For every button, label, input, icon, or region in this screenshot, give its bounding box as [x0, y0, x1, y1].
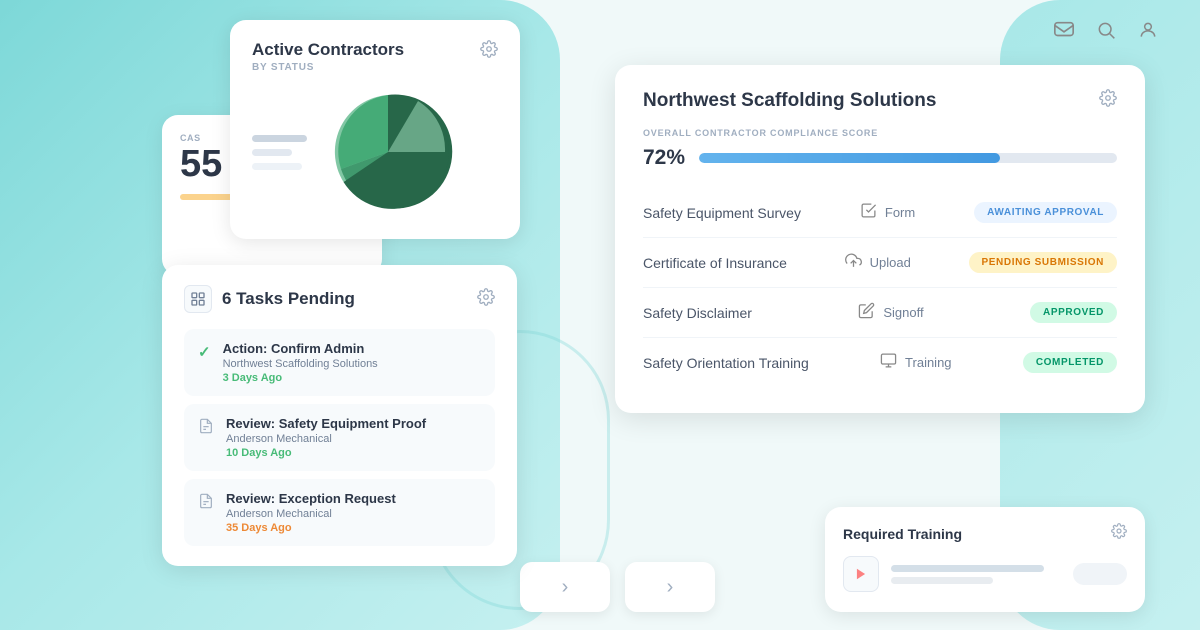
pie-chart: [323, 87, 453, 217]
training-bar-2: [891, 577, 993, 584]
task-name: Review: Safety Equipment Proof: [226, 416, 426, 431]
form-icon: [860, 202, 877, 223]
task-company: Anderson Mechanical: [226, 508, 396, 520]
nw-title: Northwest Scaffolding Solutions: [643, 90, 936, 112]
row-type-label: Form: [885, 205, 915, 220]
row-item-name: Safety Disclaimer: [643, 305, 752, 321]
chevron-right-icon: ›: [667, 576, 674, 599]
task-name: Review: Exception Request: [226, 491, 396, 506]
training-gear-icon[interactable]: [1111, 523, 1127, 544]
task-time: 35 Days Ago: [226, 522, 396, 534]
search-icon[interactable]: [1094, 18, 1118, 42]
row-type-label: Signoff: [883, 305, 923, 320]
status-badge: AWAITING APPROVAL: [974, 202, 1117, 223]
compliance-row-item: Safety Orientation Training Training COM…: [643, 338, 1117, 387]
contractors-gear-icon[interactable]: [480, 40, 498, 63]
legend-line-2: [252, 149, 292, 156]
top-nav: [1052, 18, 1160, 42]
compliance-label: OVERALL CONTRACTOR COMPLIANCE SCORE: [643, 128, 1117, 138]
task-company: Northwest Scaffolding Solutions: [223, 358, 378, 370]
row-item-name: Safety Orientation Training: [643, 355, 809, 371]
row-item-type: Form: [860, 202, 915, 223]
task-name: Action: Confirm Admin: [223, 341, 378, 356]
status-badge: COMPLETED: [1023, 352, 1117, 373]
training-pill: [1073, 563, 1127, 585]
tasks-title: 6 Tasks Pending: [222, 289, 355, 309]
legend-line-3: [252, 163, 302, 170]
compliance-row: 72%: [643, 146, 1117, 170]
tasks-card: 6 Tasks Pending ✓ Action: Confirm Admin …: [162, 265, 517, 566]
user-icon[interactable]: [1136, 18, 1160, 42]
upload-icon: [845, 252, 862, 273]
training-icon: [880, 352, 897, 373]
task-time: 10 Days Ago: [226, 447, 426, 459]
progress-fill: [699, 153, 1000, 163]
doc-icon: [198, 418, 214, 437]
task-time: 3 Days Ago: [223, 372, 378, 384]
compliance-row-item: Safety Disclaimer Signoff APPROVED: [643, 288, 1117, 338]
nw-card: Northwest Scaffolding Solutions OVERALL …: [615, 65, 1145, 413]
signoff-icon: [858, 302, 875, 323]
training-bar-1: [891, 565, 1044, 572]
training-content: [843, 556, 1127, 592]
status-badge: PENDING SUBMISSION: [969, 252, 1117, 273]
contractors-title: Active Contractors: [252, 40, 404, 60]
pie-legend: [252, 135, 307, 170]
status-badge: APPROVED: [1030, 302, 1117, 323]
compliance-row-item: Certificate of Insurance Upload PENDING …: [643, 238, 1117, 288]
nav-card-b[interactable]: ›: [625, 562, 715, 612]
training-bars: [891, 565, 1061, 584]
tasks-gear-icon[interactable]: [477, 288, 495, 311]
play-button[interactable]: [843, 556, 879, 592]
chevron-right-icon: ›: [562, 576, 569, 599]
message-icon[interactable]: [1052, 18, 1076, 42]
row-type-label: Training: [905, 355, 951, 370]
row-item-type: Upload: [845, 252, 911, 273]
task-item: Review: Exception Request Anderson Mecha…: [184, 479, 495, 546]
tasks-icon: [184, 285, 212, 313]
legend-line-1: [252, 135, 307, 142]
compliance-row-item: Safety Equipment Survey Form AWAITING AP…: [643, 188, 1117, 238]
doc-icon: [198, 493, 214, 512]
row-item-type: Signoff: [858, 302, 923, 323]
training-card: Required Training: [825, 507, 1145, 612]
nav-card-a[interactable]: ›: [520, 562, 610, 612]
row-type-label: Upload: [870, 255, 911, 270]
row-item-name: Certificate of Insurance: [643, 255, 787, 271]
contractors-card: Active Contractors BY STATUS: [230, 20, 520, 239]
row-item-type: Training: [880, 352, 951, 373]
compliance-pct: 72%: [643, 146, 687, 170]
task-item: ✓ Action: Confirm Admin Northwest Scaffo…: [184, 329, 495, 396]
task-company: Anderson Mechanical: [226, 433, 426, 445]
task-item: Review: Safety Equipment Proof Anderson …: [184, 404, 495, 471]
training-title: Required Training: [843, 526, 962, 542]
check-icon: ✓: [198, 343, 211, 361]
nw-gear-icon[interactable]: [1099, 89, 1117, 112]
progress-bar: [699, 153, 1117, 163]
contractors-subtitle: BY STATUS: [252, 62, 404, 73]
row-item-name: Safety Equipment Survey: [643, 205, 801, 221]
